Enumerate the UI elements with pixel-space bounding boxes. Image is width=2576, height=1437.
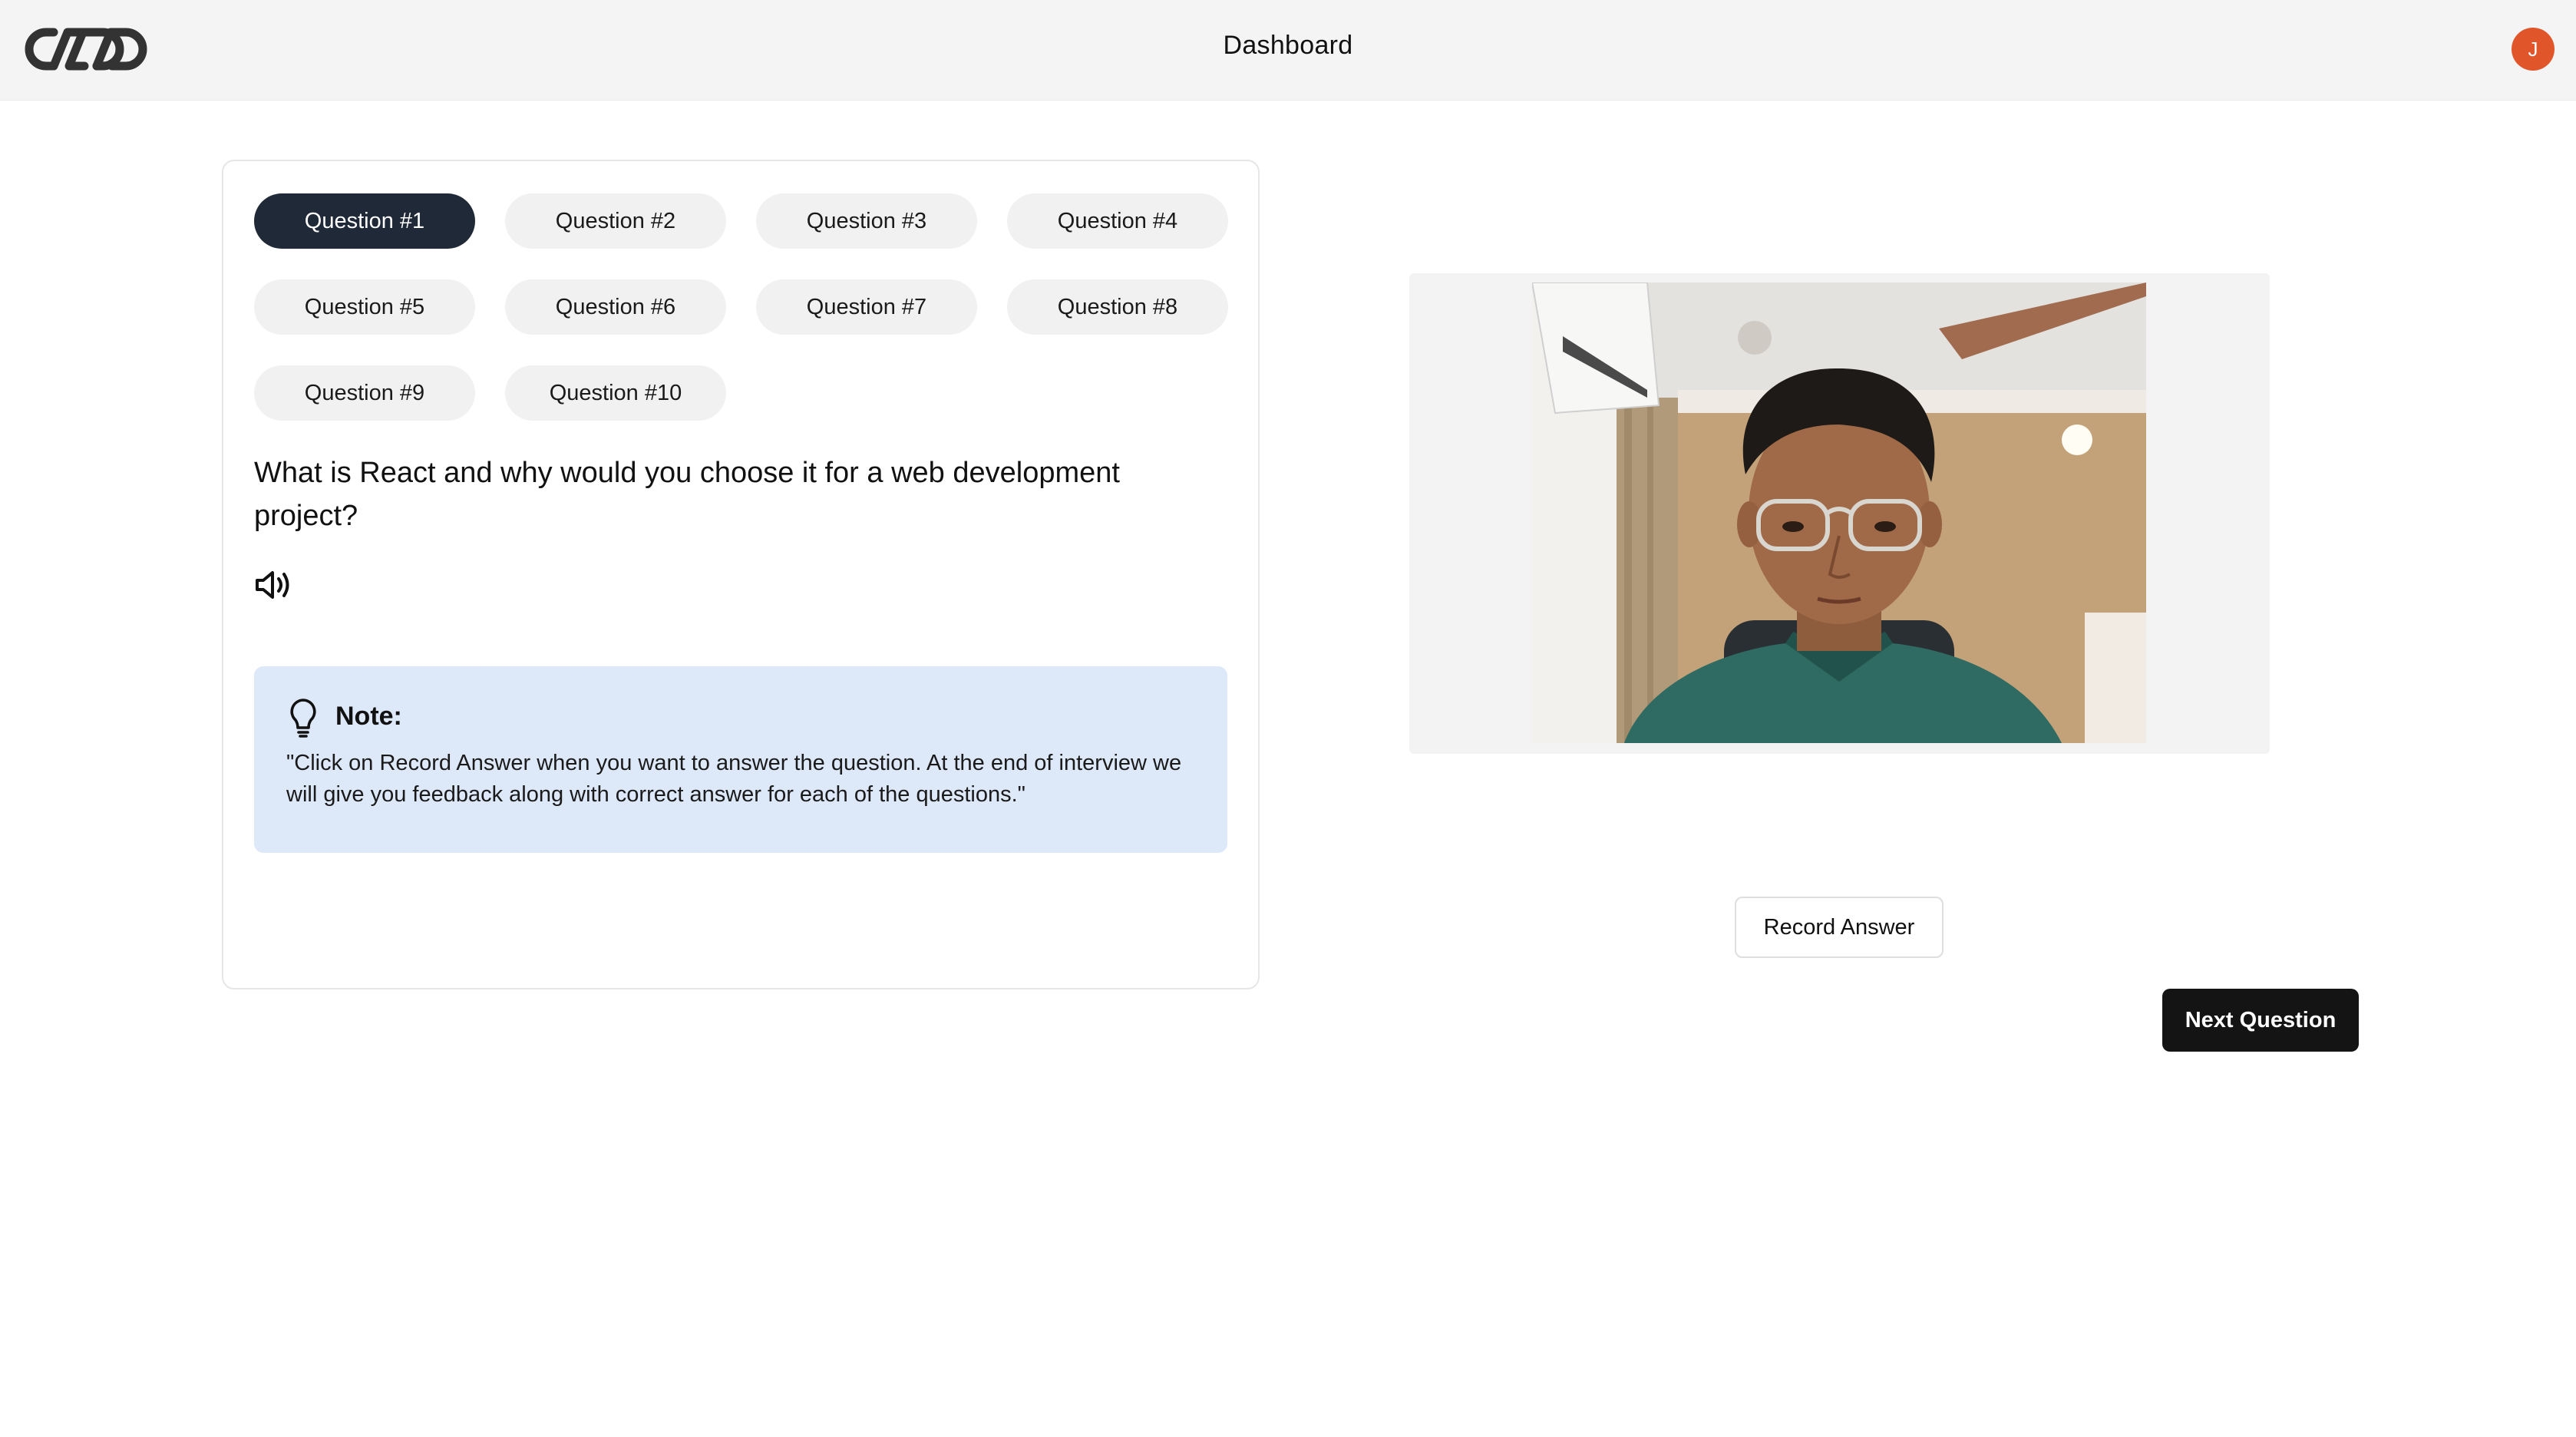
question-text: What is React and why would you choose i…	[254, 457, 1120, 532]
next-question-button[interactable]: Next Question	[2162, 989, 2359, 1052]
tab-question-2[interactable]: Question #2	[505, 193, 726, 249]
top-navbar: Dashboard J	[0, 0, 2576, 101]
question-panel: Question #1 Question #2 Question #3 Ques…	[222, 160, 1260, 989]
tab-question-5[interactable]: Question #5	[254, 279, 475, 335]
webcam-video	[1532, 282, 2146, 743]
page-title: Dashboard	[1223, 31, 1353, 60]
tab-question-1[interactable]: Question #1	[254, 193, 475, 249]
tab-question-10[interactable]: Question #10	[505, 365, 726, 421]
tab-question-7[interactable]: Question #7	[756, 279, 977, 335]
record-answer-button[interactable]: Record Answer	[1735, 897, 1944, 958]
speaker-icon[interactable]	[254, 568, 292, 602]
note-body: "Click on Record Answer when you want to…	[286, 751, 1182, 807]
tab-question-6[interactable]: Question #6	[505, 279, 726, 335]
user-avatar[interactable]: J	[2512, 28, 2555, 71]
tab-question-9[interactable]: Question #9	[254, 365, 475, 421]
tab-question-3[interactable]: Question #3	[756, 193, 977, 249]
webcam-frame	[1409, 273, 2270, 754]
note-title: Note:	[335, 702, 402, 731]
tab-question-4[interactable]: Question #4	[1007, 193, 1228, 249]
tab-question-8[interactable]: Question #8	[1007, 279, 1228, 335]
lightbulb-icon	[290, 699, 316, 738]
note-box: Note: "Click on Record Answer when you w…	[254, 666, 1227, 853]
